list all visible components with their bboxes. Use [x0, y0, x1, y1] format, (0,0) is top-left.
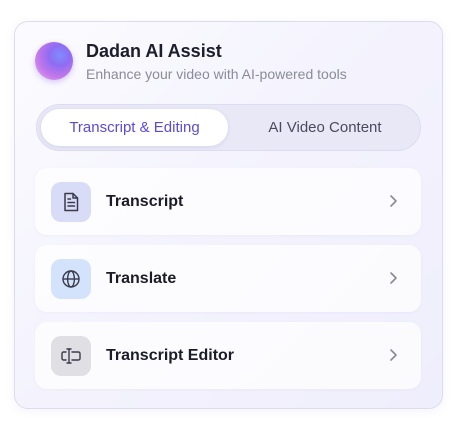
panel-title: Dadan AI Assist [86, 41, 222, 61]
chevron-right-icon [385, 347, 401, 363]
tool-card-translate[interactable]: Translate [35, 245, 421, 312]
panel-subtitle: Enhance your video with AI-powered tools [86, 66, 347, 82]
panel-header: Dadan AI Assist Enhance your video with … [35, 40, 422, 84]
tab-switcher: Transcript & Editing AI Video Content [36, 104, 421, 151]
chevron-right-icon [385, 193, 401, 209]
ai-assist-panel: Dadan AI Assist Enhance your video with … [14, 21, 443, 409]
tool-label: Translate [106, 270, 177, 287]
tab-transcript-editing[interactable]: Transcript & Editing [41, 109, 228, 146]
tool-label: Transcript Editor [106, 347, 235, 364]
globe-icon [51, 259, 91, 299]
text-cursor-icon [51, 336, 91, 376]
tab-ai-video-content[interactable]: AI Video Content [232, 109, 418, 146]
tool-card-transcript[interactable]: Transcript [35, 168, 421, 235]
tool-label: Transcript [106, 193, 184, 210]
chevron-right-icon [385, 270, 401, 286]
tool-card-transcript-editor[interactable]: Transcript Editor [35, 322, 421, 389]
gradient-orb-icon [35, 42, 73, 80]
document-icon [51, 182, 91, 222]
